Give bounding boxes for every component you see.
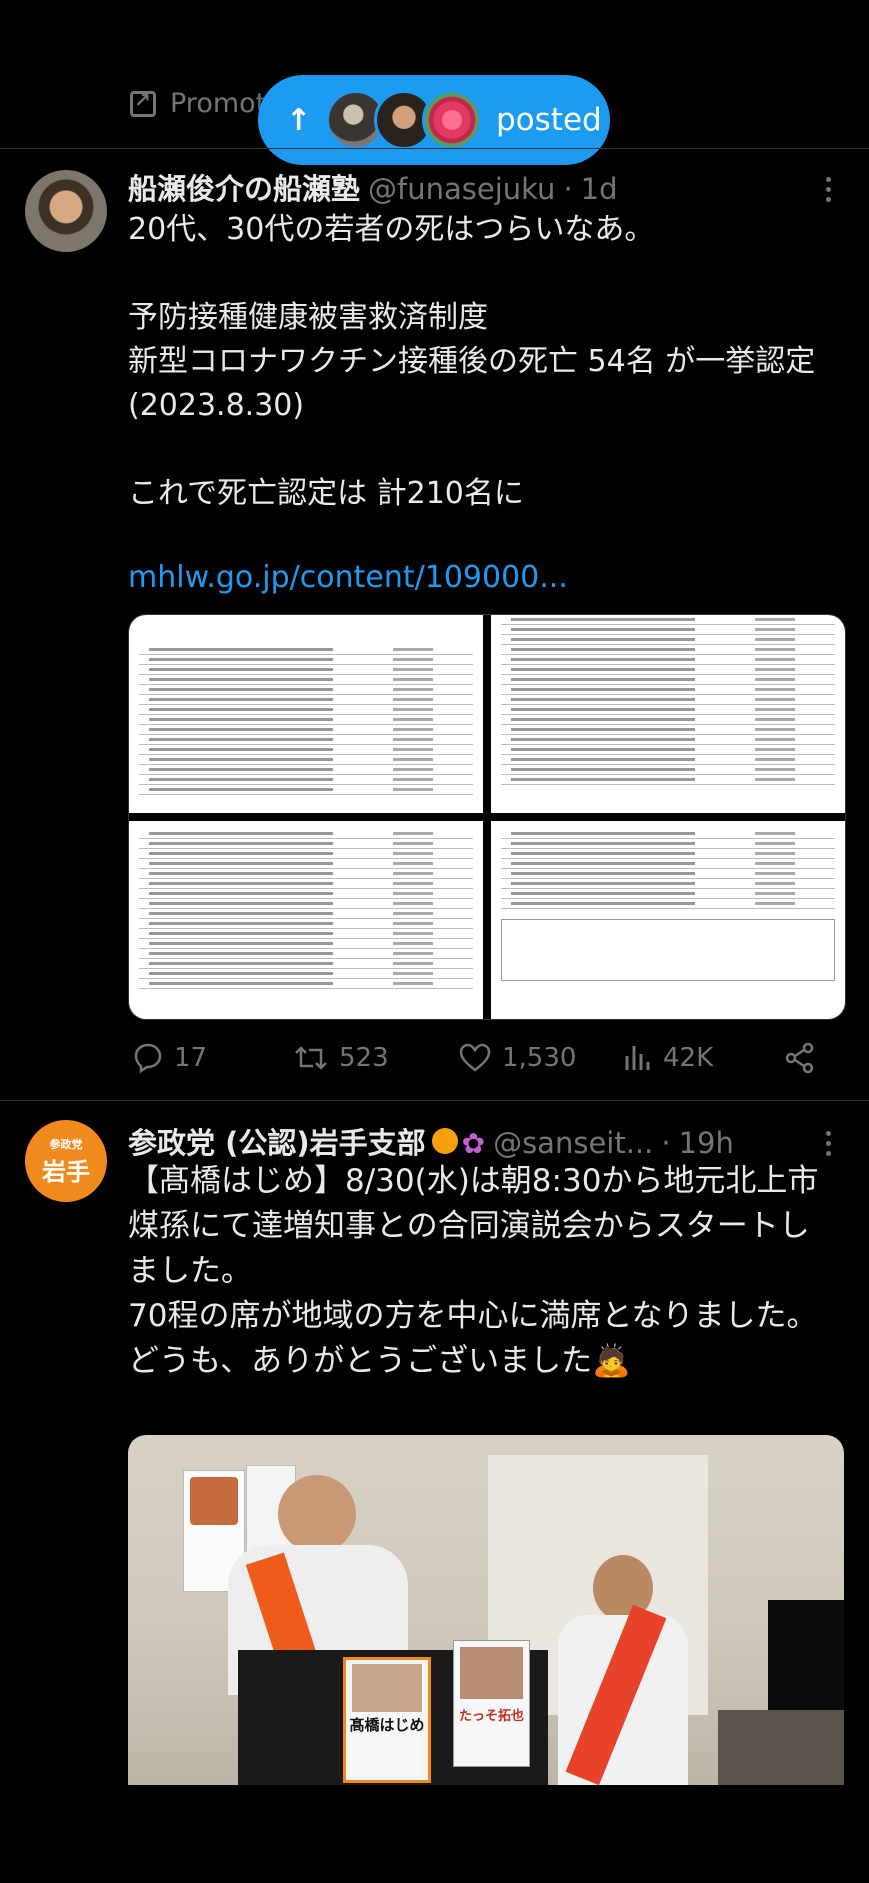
flower-icon: ✿ — [461, 1127, 486, 1160]
more-options-icon[interactable] — [818, 172, 838, 207]
posted-label: posted — [496, 102, 602, 138]
cabinet — [718, 1710, 844, 1785]
podium-poster: たっそ拓也 — [453, 1640, 530, 1767]
document-image[interactable] — [491, 615, 845, 813]
poster-name-text: たっそ拓也 — [458, 1709, 524, 1724]
tweet-header: 船瀬俊介の船瀬塾 @funasejuku · 1d — [128, 166, 618, 208]
tweet-link[interactable]: mhlw.go.jp/content/109000... — [128, 560, 568, 595]
view-count: 42K — [663, 1043, 714, 1073]
tweet-time[interactable]: 1d — [581, 172, 618, 206]
podium-poster: 髙橋はじめ — [343, 1657, 431, 1783]
repost-icon — [295, 1046, 327, 1070]
tweet-photo[interactable]: 髙橋はじめ たっそ拓也 — [128, 1435, 844, 1785]
speaker-head — [278, 1475, 356, 1553]
like-button[interactable]: 1,530 — [458, 1042, 576, 1074]
tweet-media-grid[interactable] — [128, 614, 846, 1020]
divider — [0, 1100, 869, 1101]
author-name[interactable]: 参政党 (公認)岩手支部 — [128, 1120, 426, 1162]
document-image[interactable] — [491, 821, 845, 1019]
divider — [0, 148, 869, 149]
reply-button[interactable]: 17 — [130, 1042, 207, 1074]
share-icon — [785, 1042, 814, 1074]
reply-icon — [134, 1043, 162, 1074]
author-handle[interactable]: @sanseit... — [493, 1126, 653, 1160]
new-posts-pill[interactable]: ↑ posted — [258, 75, 610, 165]
promoted-icon — [130, 88, 156, 117]
promoted-label-row: Promot — [130, 88, 266, 119]
reply-count: 17 — [174, 1043, 208, 1073]
separator: · — [563, 172, 573, 206]
heart-icon — [459, 1043, 491, 1072]
separator: · — [661, 1126, 671, 1160]
avatar — [422, 90, 482, 150]
avatar[interactable] — [25, 170, 107, 252]
repost-button[interactable]: 523 — [293, 1042, 389, 1074]
poster-name-text: 髙橋はじめ — [349, 1716, 425, 1734]
tweet-time[interactable]: 19h — [679, 1126, 734, 1160]
author-name[interactable]: 船瀬俊介の船瀬塾 — [128, 166, 360, 208]
arrow-up-icon: ↑ — [286, 102, 312, 138]
tweet-text: 20代、30代の若者の死はつらいなあ。 予防接種健康被害救済制度 新型コロナワク… — [128, 212, 816, 511]
more-options-icon[interactable] — [818, 1126, 838, 1161]
avatar[interactable]: 参政党 岩手 — [25, 1120, 107, 1202]
avatar-small-text: 参政党 — [49, 1137, 83, 1151]
pill-avatars — [326, 90, 482, 150]
views-button[interactable]: 42K — [623, 1042, 713, 1074]
author-handle[interactable]: @funasejuku — [368, 172, 555, 206]
repost-count: 523 — [339, 1043, 389, 1073]
promoted-label: Promot — [170, 88, 267, 119]
document-image[interactable] — [129, 615, 483, 813]
avatar-large-text: 岩手 — [42, 1157, 90, 1186]
views-icon — [625, 1046, 650, 1070]
tweet-header: 参政党 (公認)岩手支部 ✿ @sanseit... · 19h — [128, 1120, 818, 1162]
orange-circle-icon — [431, 1128, 458, 1154]
tweet-text: 【髙橋はじめ】8/30(水)は朝8:30から地元北上市煤孫にて達増知事との合同演… — [128, 1163, 819, 1379]
share-button[interactable] — [784, 1042, 816, 1074]
document-image[interactable] — [129, 821, 483, 1019]
television — [768, 1600, 844, 1710]
like-count: 1,530 — [502, 1043, 577, 1073]
